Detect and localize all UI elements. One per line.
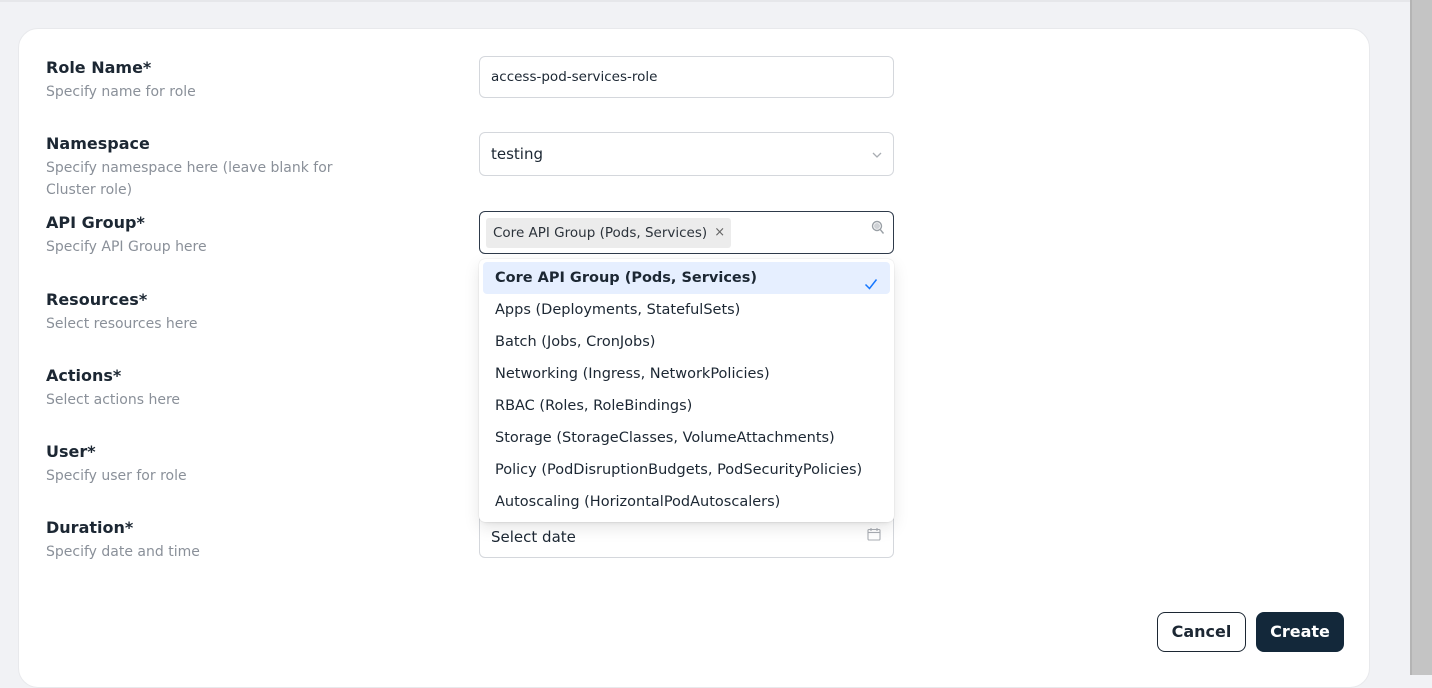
role-name-input[interactable]: access-pod-services-role [479,56,894,98]
api-group-option[interactable]: Autoscaling (HorizontalPodAutoscalers) [483,486,890,518]
option-label: Storage (StorageClasses, VolumeAttachmen… [495,430,835,446]
api-group-option[interactable]: Apps (Deployments, StatefulSets) [483,294,890,326]
api-group-label: API Group* [46,213,145,232]
scrollbar-edge [1410,0,1412,675]
option-label: Batch (Jobs, CronJobs) [495,334,656,350]
create-button[interactable]: Create [1256,612,1344,652]
namespace-label: Namespace [46,134,150,153]
api-group-tag-label: Core API Group (Pods, Services) [493,225,708,241]
namespace-help: Specify namespace here (leave blank for … [46,160,333,198]
option-label: RBAC (Roles, RoleBindings) [495,398,693,414]
namespace-value: testing [491,145,544,163]
calendar-icon[interactable] [867,526,881,545]
user-label: User* [46,442,96,461]
option-label: Policy (PodDisruptionBudgets, PodSecurit… [495,462,863,478]
role-name-help: Specify name for role [46,84,196,100]
api-group-selected-tag: Core API Group (Pods, Services) × [486,218,732,248]
api-group-option[interactable]: RBAC (Roles, RoleBindings) [483,390,890,422]
option-label: Core API Group (Pods, Services) [495,270,758,286]
api-group-option[interactable]: Core API Group (Pods, Services) [483,262,890,294]
api-group-option[interactable]: Networking (Ingress, NetworkPolicies) [483,358,890,390]
actions-label: Actions* [46,366,122,385]
api-group-help: Specify API Group here [46,239,207,255]
chevron-down-icon [871,146,883,165]
actions-help: Select actions here [46,392,181,408]
api-group-option[interactable]: Policy (PodDisruptionBudgets, PodSecurit… [483,454,890,486]
option-label: Autoscaling (HorizontalPodAutoscalers) [495,494,781,510]
cancel-button[interactable]: Cancel [1157,612,1246,652]
duration-help: Specify date and time [46,544,200,560]
user-help: Specify user for role [46,468,187,484]
option-label: Networking (Ingress, NetworkPolicies) [495,366,770,382]
search-icon [871,220,885,240]
api-group-multiselect[interactable]: Core API Group (Pods, Services) × [479,211,894,254]
role-name-label: Role Name* [46,58,152,77]
api-group-option[interactable]: Storage (StorageClasses, VolumeAttachmen… [483,422,890,454]
resources-label: Resources* [46,290,148,309]
api-group-option[interactable]: Batch (Jobs, CronJobs) [483,326,890,358]
option-label: Apps (Deployments, StatefulSets) [495,302,741,318]
tag-remove-icon[interactable]: × [714,218,725,248]
vertical-scrollbar[interactable] [1410,0,1432,675]
namespace-select[interactable]: testing [479,132,894,176]
api-group-dropdown: Core API Group (Pods, Services) Apps (De… [479,259,894,522]
duration-label: Duration* [46,518,134,537]
role-name-value: access-pod-services-role [491,69,658,85]
top-divider [0,0,1410,2]
resources-help: Select resources here [46,316,198,332]
